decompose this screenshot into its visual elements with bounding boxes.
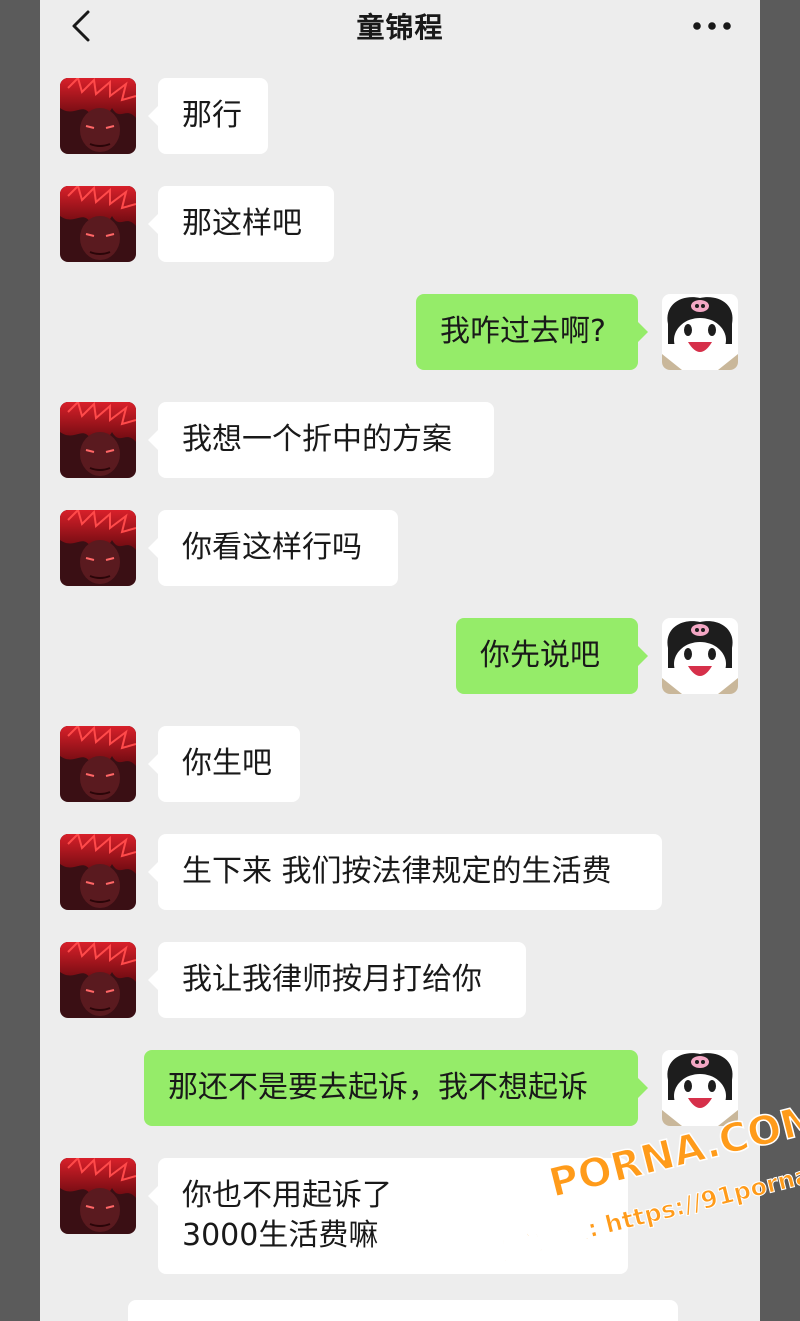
incoming-message-bubble[interactable]: 你生吧 [148,726,300,802]
contact-avatar[interactable] [60,510,136,586]
contact-avatar[interactable] [60,186,136,262]
incoming-message-bubble[interactable]: 我让我律师按月打给你 [148,942,526,1018]
message-text: 生下来 我们按法律规定的生活费 [182,854,612,889]
message-row: 那行 [40,78,760,154]
user-avatar[interactable] [662,618,738,694]
message-row: 我咋过去啊? [40,294,760,370]
message-row: 你先说吧 [40,618,760,694]
incoming-message-bubble[interactable]: 我想一个折中的方案 [148,402,494,478]
message-row: 我想一个折中的方案 [40,402,760,478]
contact-avatar[interactable] [60,78,136,154]
more-dots-icon [693,22,731,30]
message-row: 我让我律师按月打给你 [40,942,760,1018]
more-options-button[interactable] [690,12,734,40]
outgoing-message-bubble[interactable]: 那还不是要去起诉，我不想起诉 [144,1050,648,1126]
message-text: 我让我律师按月打给你 [182,962,482,997]
user-avatar-icon [662,618,738,694]
message-text: 我想一个折中的方案 [182,422,452,457]
outgoing-message-bubble[interactable]: 你先说吧 [456,618,648,694]
contact-avatar[interactable] [60,402,136,478]
message-text: 那行 [182,98,242,133]
contact-avatar-icon [60,510,136,586]
message-text: 那这样吧 [182,206,302,241]
contact-avatar-icon [60,186,136,262]
incoming-message-bubble[interactable]: 你看这样行吗 [148,510,398,586]
contact-avatar[interactable] [60,1158,136,1234]
contact-avatar-icon [60,78,136,154]
incoming-message-bubble[interactable]: 那这样吧 [148,186,334,262]
message-text: 你看这样行吗 [182,530,362,565]
contact-avatar[interactable] [60,726,136,802]
chat-title: 童锦程 [356,11,444,44]
message-text: 我咋过去啊? [440,314,606,349]
outgoing-message-bubble[interactable]: 我咋过去啊? [416,294,648,370]
contact-avatar-icon [60,402,136,478]
incoming-message-bubble[interactable]: 生下来 我们按法律规定的生活费 [148,834,662,910]
message-text: 那还不是要去起诉，我不想起诉 [168,1070,588,1105]
contact-avatar-icon [60,834,136,910]
user-avatar-icon [662,294,738,370]
back-button[interactable] [66,8,96,44]
message-text: 你生吧 [182,746,272,781]
message-row: 你看这样行吗 [40,510,760,586]
contact-avatar-icon [60,1158,136,1234]
message-row: 那这样吧 [40,186,760,262]
contact-avatar-icon [60,942,136,1018]
chevron-left-icon [72,10,90,42]
message-text: 你先说吧 [480,638,600,673]
message-row: 生下来 我们按法律规定的生活费 [40,834,760,910]
user-avatar[interactable] [662,294,738,370]
contact-avatar[interactable] [60,942,136,1018]
contact-avatar-icon [60,726,136,802]
partial-message-bubble [128,1300,678,1321]
contact-avatar[interactable] [60,834,136,910]
chat-header: 童锦程 [40,0,760,60]
message-row: 你生吧 [40,726,760,802]
incoming-message-bubble[interactable]: 那行 [148,78,268,154]
